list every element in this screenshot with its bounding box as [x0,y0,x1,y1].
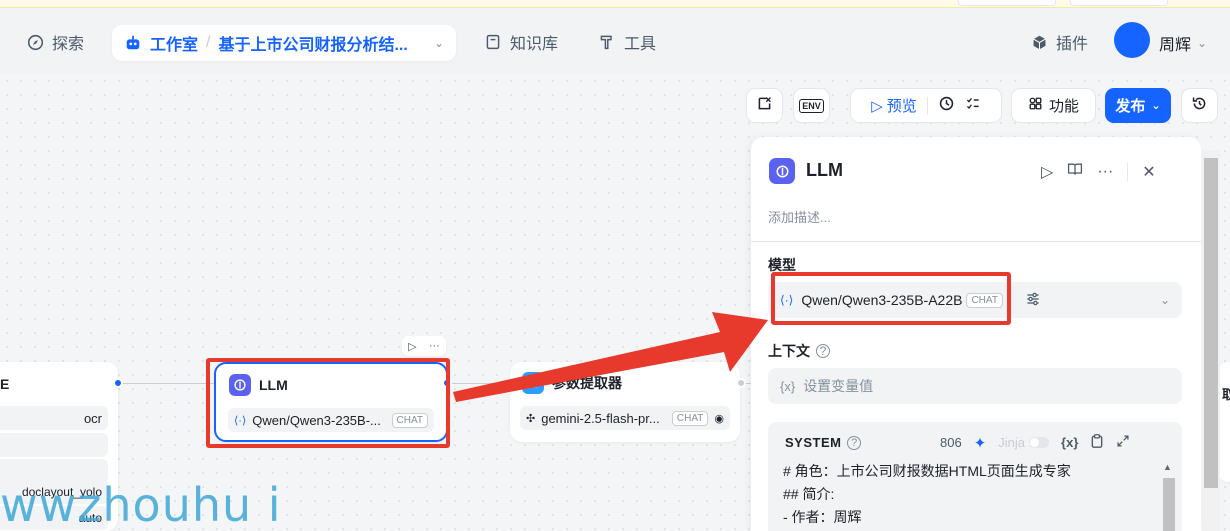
watermark: wwzhouhu i [0,478,282,531]
annotation-arrow-icon [453,312,768,402]
